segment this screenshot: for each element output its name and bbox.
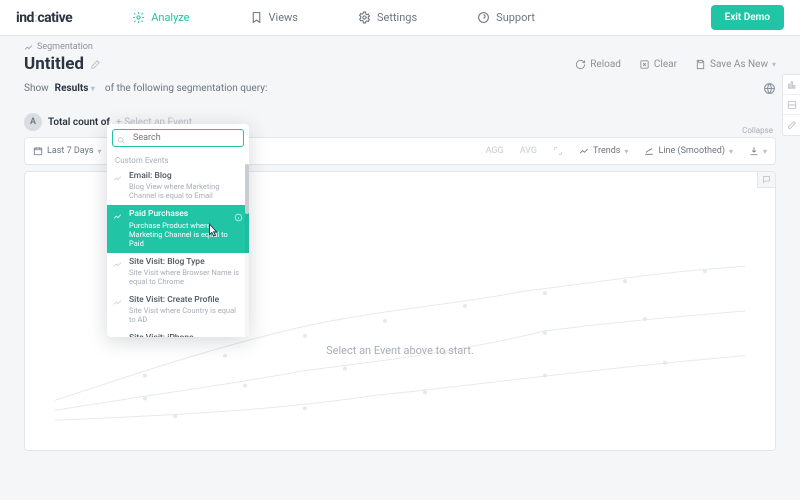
breadcrumb: Segmentation (24, 42, 776, 52)
analyze-icon (132, 11, 145, 24)
trends-label: Trends (593, 146, 620, 156)
dropdown-scrollbar[interactable] (245, 164, 249, 337)
event-item-email-blog[interactable]: Email: Blog Blog View where Marketing Ch… (107, 167, 249, 205)
exit-demo-button[interactable]: Exit Demo (711, 5, 784, 30)
download-icon (749, 146, 759, 156)
tab-results-label: Results (55, 83, 89, 94)
clause-total-count: Total count of (48, 117, 110, 128)
event-item-sub: Site Visit where Browser Name is equal t… (129, 268, 241, 286)
nav-analyze[interactable]: Analyze (132, 11, 189, 24)
right-side-panel (782, 74, 800, 136)
avg-toggle[interactable]: AVG (520, 146, 537, 156)
brand-logo: ind:cative (16, 10, 72, 26)
download-button[interactable]: ▾ (749, 146, 767, 156)
event-icon (113, 212, 122, 221)
event-item-sub: Purchase Product where Marketing Channel… (129, 221, 241, 248)
tab-results[interactable]: Results ▾ (55, 83, 95, 94)
daterange-label: Last 7 Days (47, 146, 94, 156)
reload-button[interactable]: Reload (575, 59, 621, 70)
charttype-picker[interactable]: Line (Smoothed) ▾ (644, 146, 733, 156)
gear-icon (358, 11, 371, 24)
bookmark-icon (250, 11, 263, 24)
save-icon (695, 59, 706, 70)
agg-toggle[interactable]: AGG (486, 146, 504, 156)
charttype-label: Line (Smoothed) (658, 146, 724, 156)
nav-support[interactable]: Support (477, 11, 535, 24)
cursor-icon (206, 222, 220, 238)
nav-settings[interactable]: Settings (358, 11, 417, 24)
save-as-new-label: Save As New (710, 59, 768, 70)
globe-icon[interactable] (763, 82, 776, 95)
event-item-title: Email: Blog (129, 172, 241, 181)
nav-analyze-label: Analyze (151, 11, 189, 24)
query-tail: of the following segmentation query: (105, 83, 267, 94)
calendar-icon (33, 146, 43, 156)
event-item-title: Site Visit: Blog Type (129, 258, 241, 267)
chart-empty-label: Select an Event above to start. (25, 344, 775, 357)
event-item-create-profile[interactable]: Site Visit: Create Profile Site Visit wh… (107, 291, 249, 329)
support-icon (477, 11, 490, 24)
panel-edit-icon[interactable] (783, 115, 800, 135)
trends-icon (579, 146, 589, 156)
expand-icon[interactable] (553, 146, 563, 156)
event-item-title: Paid Purchases (129, 210, 241, 219)
event-icon (113, 260, 122, 269)
info-icon[interactable] (234, 213, 243, 222)
nav-settings-label: Settings (377, 11, 417, 24)
event-item-sub: Blog View where Marketing Channel is equ… (129, 182, 241, 200)
edit-title-icon[interactable] (90, 59, 101, 70)
event-item-iphone[interactable]: Site Visit: iPhone Site Visit where Devi… (107, 329, 249, 337)
clear-label: Clear (654, 59, 677, 70)
event-icon (113, 336, 122, 337)
event-item-sub: Site Visit where Country is equal to AD (129, 306, 241, 324)
event-icon (113, 298, 122, 307)
event-dropdown: Custom Events Email: Blog Blog View wher… (107, 124, 249, 337)
event-icon (113, 174, 122, 183)
page-title: Untitled (24, 54, 84, 74)
event-item-blog-type[interactable]: Site Visit: Blog Type Site Visit where B… (107, 253, 249, 291)
clear-icon (639, 59, 650, 70)
line-chart-icon (644, 146, 654, 156)
daterange-picker[interactable]: Last 7 Days▾ (33, 146, 102, 156)
reload-icon (575, 59, 586, 70)
event-item-title: Site Visit: iPhone (129, 334, 241, 337)
segmentation-icon (24, 43, 33, 52)
nav-views-label: Views (269, 11, 298, 24)
search-icon (117, 136, 126, 145)
reload-label: Reload (590, 59, 621, 70)
nav-views[interactable]: Views (250, 11, 298, 24)
collapse-button[interactable]: Collapse (742, 126, 773, 135)
breadcrumb-label: Segmentation (37, 42, 93, 52)
save-as-new-button[interactable]: Save As New ▾ (695, 59, 776, 70)
trends-picker[interactable]: Trends ▾ (579, 146, 629, 156)
tab-show[interactable]: Show (24, 83, 49, 94)
event-item-paid-purchases[interactable]: Paid Purchases Purchase Product where Ma… (107, 205, 249, 252)
panel-table-icon[interactable] (783, 95, 800, 115)
nav-support-label: Support (496, 11, 535, 24)
dropdown-section-label: Custom Events (107, 152, 249, 167)
clause-letter: A (24, 113, 42, 131)
event-search-input[interactable] (112, 129, 244, 147)
panel-chart-icon[interactable] (783, 75, 800, 95)
event-item-title: Site Visit: Create Profile (129, 296, 241, 305)
clear-button[interactable]: Clear (639, 59, 677, 70)
